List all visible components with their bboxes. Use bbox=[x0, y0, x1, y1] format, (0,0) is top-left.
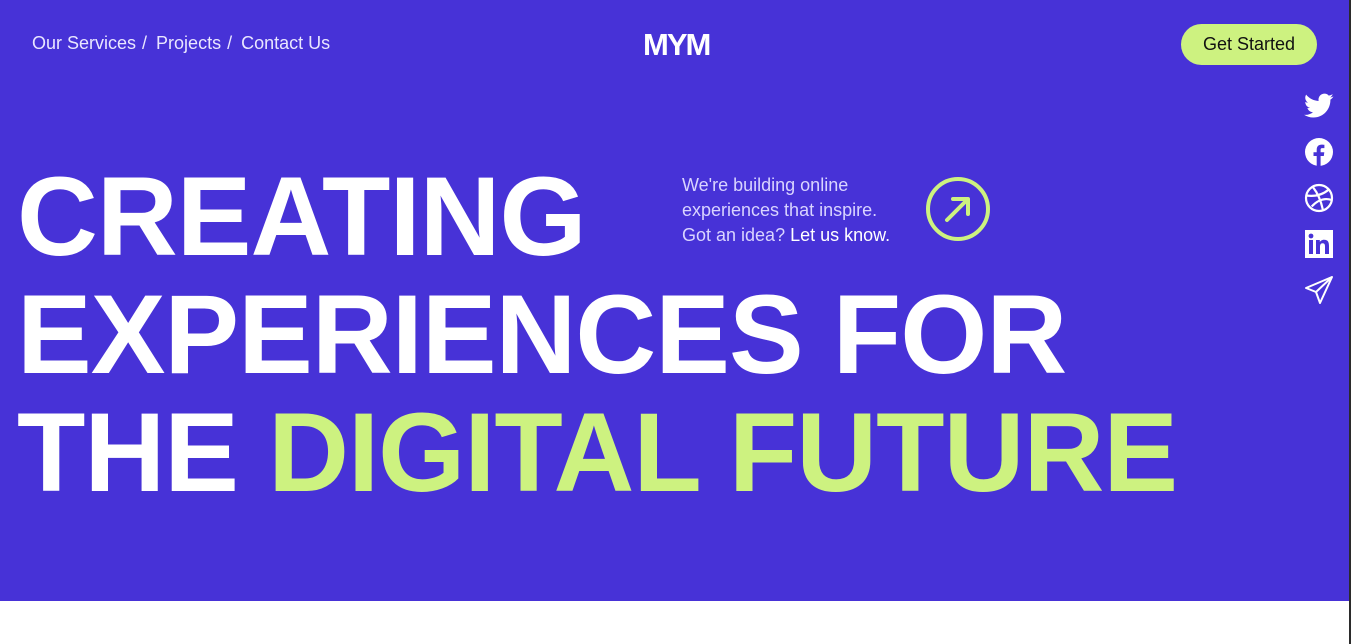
hero-tagline: We're building online experiences that i… bbox=[682, 173, 912, 248]
headline-line-creating: CREATING bbox=[17, 154, 587, 279]
headline-word-the: THE bbox=[17, 390, 239, 515]
site-logo[interactable]: MYM bbox=[643, 27, 711, 63]
dribbble-icon[interactable] bbox=[1303, 183, 1335, 213]
send-icon[interactable] bbox=[1303, 275, 1335, 305]
arrow-up-right-icon bbox=[926, 177, 990, 241]
linkedin-icon[interactable] bbox=[1303, 229, 1335, 259]
let-us-know-link[interactable]: Let us know. bbox=[790, 225, 890, 245]
nav-separator: / bbox=[142, 33, 148, 53]
nav-link-our-services[interactable]: Our Services bbox=[32, 33, 136, 54]
hero-headline: CREATING EXPERIENCES FOR THE DIGITAL FUT… bbox=[17, 158, 1178, 515]
nav-separator: / bbox=[227, 33, 233, 53]
social-links bbox=[1303, 91, 1335, 305]
main-nav: Our Services / Projects / Contact Us bbox=[32, 33, 330, 54]
headline-line-experiences-for: EXPERIENCES FOR bbox=[17, 272, 1067, 397]
nav-link-contact-us[interactable]: Contact Us bbox=[241, 33, 330, 54]
facebook-icon[interactable] bbox=[1303, 137, 1335, 167]
nav-link-projects[interactable]: Projects bbox=[156, 33, 221, 54]
get-started-button[interactable]: Get Started bbox=[1181, 24, 1317, 65]
arrow-up-right-button[interactable] bbox=[925, 176, 991, 242]
hero-section: Our Services / Projects / Contact Us MYM… bbox=[0, 0, 1349, 601]
tagline-line-2: experiences that inspire. bbox=[682, 200, 878, 220]
tagline-line-3: Got an idea? bbox=[682, 225, 786, 245]
twitter-icon[interactable] bbox=[1303, 91, 1335, 121]
headline-accent-digital-future: DIGITAL FUTURE bbox=[268, 390, 1178, 515]
tagline-line-1: We're building online bbox=[682, 175, 849, 195]
